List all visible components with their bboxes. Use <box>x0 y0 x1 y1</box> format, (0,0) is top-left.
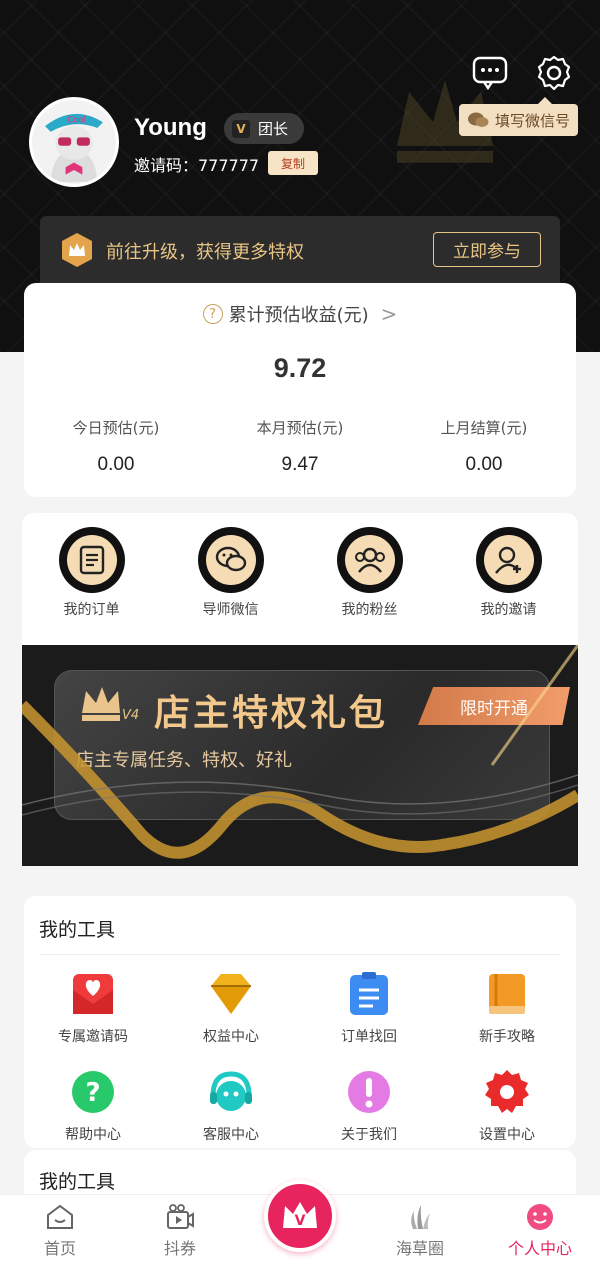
hexagon-crown-icon <box>62 233 92 267</box>
earnings-month: 本月预估(元) 9.47 <box>208 417 392 476</box>
username: Young <box>134 114 207 141</box>
menu-mentor-wechat[interactable]: 导师微信 <box>161 527 300 619</box>
gear-icon <box>485 1070 529 1113</box>
wechat-icon <box>215 546 246 572</box>
earnings-col-label: 本月预估(元) <box>256 419 344 437</box>
invite-code: 邀请码：777777 <box>134 156 260 175</box>
tool-label: 设置中心 <box>479 1127 535 1143</box>
tool-benefits-center[interactable]: 权益中心 <box>162 970 300 1046</box>
earnings-col-label: 今日预估(元) <box>72 419 160 437</box>
earnings-last-month: 上月结算(元) 0.00 <box>392 417 576 476</box>
earnings-col-label: 上月结算(元) <box>440 419 528 437</box>
book-icon <box>489 974 525 1014</box>
role-badge-label: 团长 <box>258 120 289 138</box>
menu-label: 我的粉丝 <box>341 602 398 618</box>
wechat-icon <box>468 112 489 127</box>
tools-title: 我的工具 <box>39 1171 116 1193</box>
tool-customer-service[interactable]: 客服中心 <box>162 1068 300 1144</box>
tool-settings-center[interactable]: 设置中心 <box>438 1068 576 1144</box>
tool-beginner-guide[interactable]: 新手攻略 <box>438 970 576 1046</box>
earnings-today: 今日预估(元) 0.00 <box>24 417 208 476</box>
earnings-card: ? 累计预估收益(元) > 9.72 今日预估(元) 0.00 本月预估(元) … <box>24 283 576 497</box>
tab-home[interactable]: 首页 <box>10 1203 110 1259</box>
tool-label: 新手攻略 <box>479 1029 535 1045</box>
tool-order-retrieval[interactable]: 订单找回 <box>300 970 438 1046</box>
invite-code-icon <box>73 974 113 1014</box>
tool-label: 帮助中心 <box>65 1127 121 1143</box>
menu-my-fans[interactable]: 我的粉丝 <box>300 527 439 619</box>
menu-my-orders[interactable]: 我的订单 <box>22 527 161 619</box>
tab-seaweed[interactable]: 海草圈 <box>370 1203 470 1259</box>
help-icon: ? <box>72 1071 114 1113</box>
seaweed-icon <box>411 1205 430 1229</box>
copy-button[interactable]: 复制 <box>268 151 318 175</box>
tool-label: 客服中心 <box>203 1127 259 1143</box>
order-icon <box>79 545 104 575</box>
tool-invite-code[interactable]: 专属邀请码 <box>24 970 162 1046</box>
wechat-tip-label: 填写微信号 <box>495 111 571 130</box>
role-badge: V 团长 <box>224 113 305 144</box>
settings-gear-icon[interactable] <box>534 53 574 93</box>
video-icon <box>167 1204 194 1229</box>
headset-icon <box>210 1071 252 1111</box>
clipboard-icon <box>350 972 388 1015</box>
tool-about-us[interactable]: 关于我们 <box>300 1068 438 1144</box>
tools-card: 我的工具 专属邀请码 权益中心 订单找回 新手攻略 ? 帮助中心 客服中心 关于… <box>24 896 576 1148</box>
question-icon[interactable]: ? <box>202 304 223 324</box>
wechat-id-tip[interactable]: 填写微信号 <box>459 97 579 136</box>
diamond-icon <box>211 974 251 1014</box>
join-now-button[interactable]: 立即参与 <box>433 232 541 267</box>
tool-label: 专属邀请码 <box>58 1029 128 1045</box>
svg-text:V: V <box>295 1213 306 1229</box>
earnings-col-value: 9.47 <box>281 454 319 475</box>
tool-label: 订单找回 <box>341 1029 397 1045</box>
earnings-title: 累计预估收益(元) <box>228 305 369 326</box>
tool-help-center[interactable]: ? 帮助中心 <box>24 1068 162 1144</box>
tab-coupons[interactable]: 抖券 <box>130 1203 230 1259</box>
earnings-title-link[interactable]: ? 累计预估收益(元) > <box>24 301 576 327</box>
vip-v-icon: V <box>232 119 250 138</box>
chevron-right-icon: > <box>380 302 398 326</box>
quick-menu: 我的订单 导师微信 我的粉丝 我的邀请 <box>22 513 578 645</box>
profile-icon <box>527 1204 553 1230</box>
tab-label: 个人中心 <box>507 1239 572 1258</box>
tools-title: 我的工具 <box>39 919 116 941</box>
svg-text:?: ? <box>85 1078 100 1108</box>
info-icon <box>348 1071 390 1113</box>
avatar[interactable]: Cool <box>29 97 119 187</box>
tab-profile[interactable]: 个人中心 <box>490 1203 590 1259</box>
tab-label: 抖券 <box>163 1239 196 1258</box>
home-icon <box>47 1204 73 1229</box>
menu-label: 我的邀请 <box>480 602 537 618</box>
tool-label: 权益中心 <box>203 1029 259 1045</box>
tab-label: 海草圈 <box>395 1239 444 1258</box>
earnings-col-value: 0.00 <box>97 454 135 475</box>
menu-my-invites[interactable]: 我的邀请 <box>439 527 578 619</box>
invite-icon <box>494 546 521 574</box>
v-crown-icon: V <box>283 1202 317 1229</box>
divider <box>39 954 561 955</box>
shop-privilege-banner[interactable]: V4 店主特权礼包 限时开通 店主专属任务、特权、好礼 <box>22 645 578 866</box>
earnings-total: 9.72 <box>273 353 327 383</box>
upgrade-banner[interactable]: 前往升级，获得更多特权 立即参与 <box>40 216 560 284</box>
tab-label: 首页 <box>43 1239 76 1258</box>
fans-icon <box>354 547 385 573</box>
menu-label: 导师微信 <box>202 602 259 618</box>
svg-text:Cool: Cool <box>67 114 85 124</box>
tool-label: 关于我们 <box>341 1127 397 1143</box>
message-icon[interactable] <box>470 53 510 93</box>
gold-ribbon-decoration <box>22 645 578 859</box>
upgrade-text: 前往升级，获得更多特权 <box>106 242 304 263</box>
earnings-col-value: 0.00 <box>465 454 503 475</box>
center-v-button[interactable]: V <box>264 1180 336 1252</box>
menu-label: 我的订单 <box>63 602 120 618</box>
